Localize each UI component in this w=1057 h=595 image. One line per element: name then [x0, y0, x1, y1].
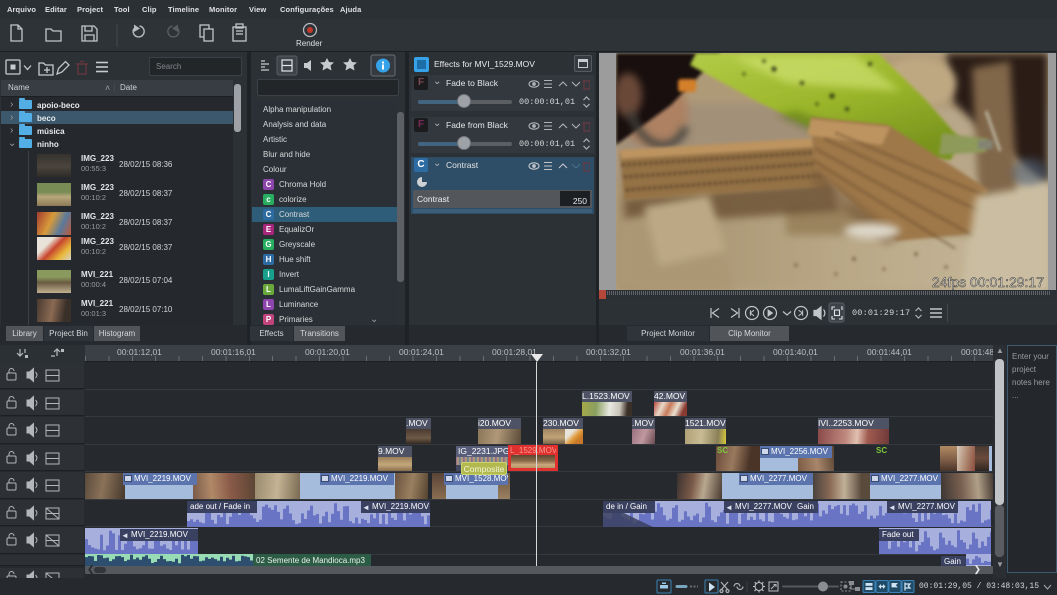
svg-text:24fps 00:01:29:17: 24fps 00:01:29:17 [932, 274, 1044, 290]
